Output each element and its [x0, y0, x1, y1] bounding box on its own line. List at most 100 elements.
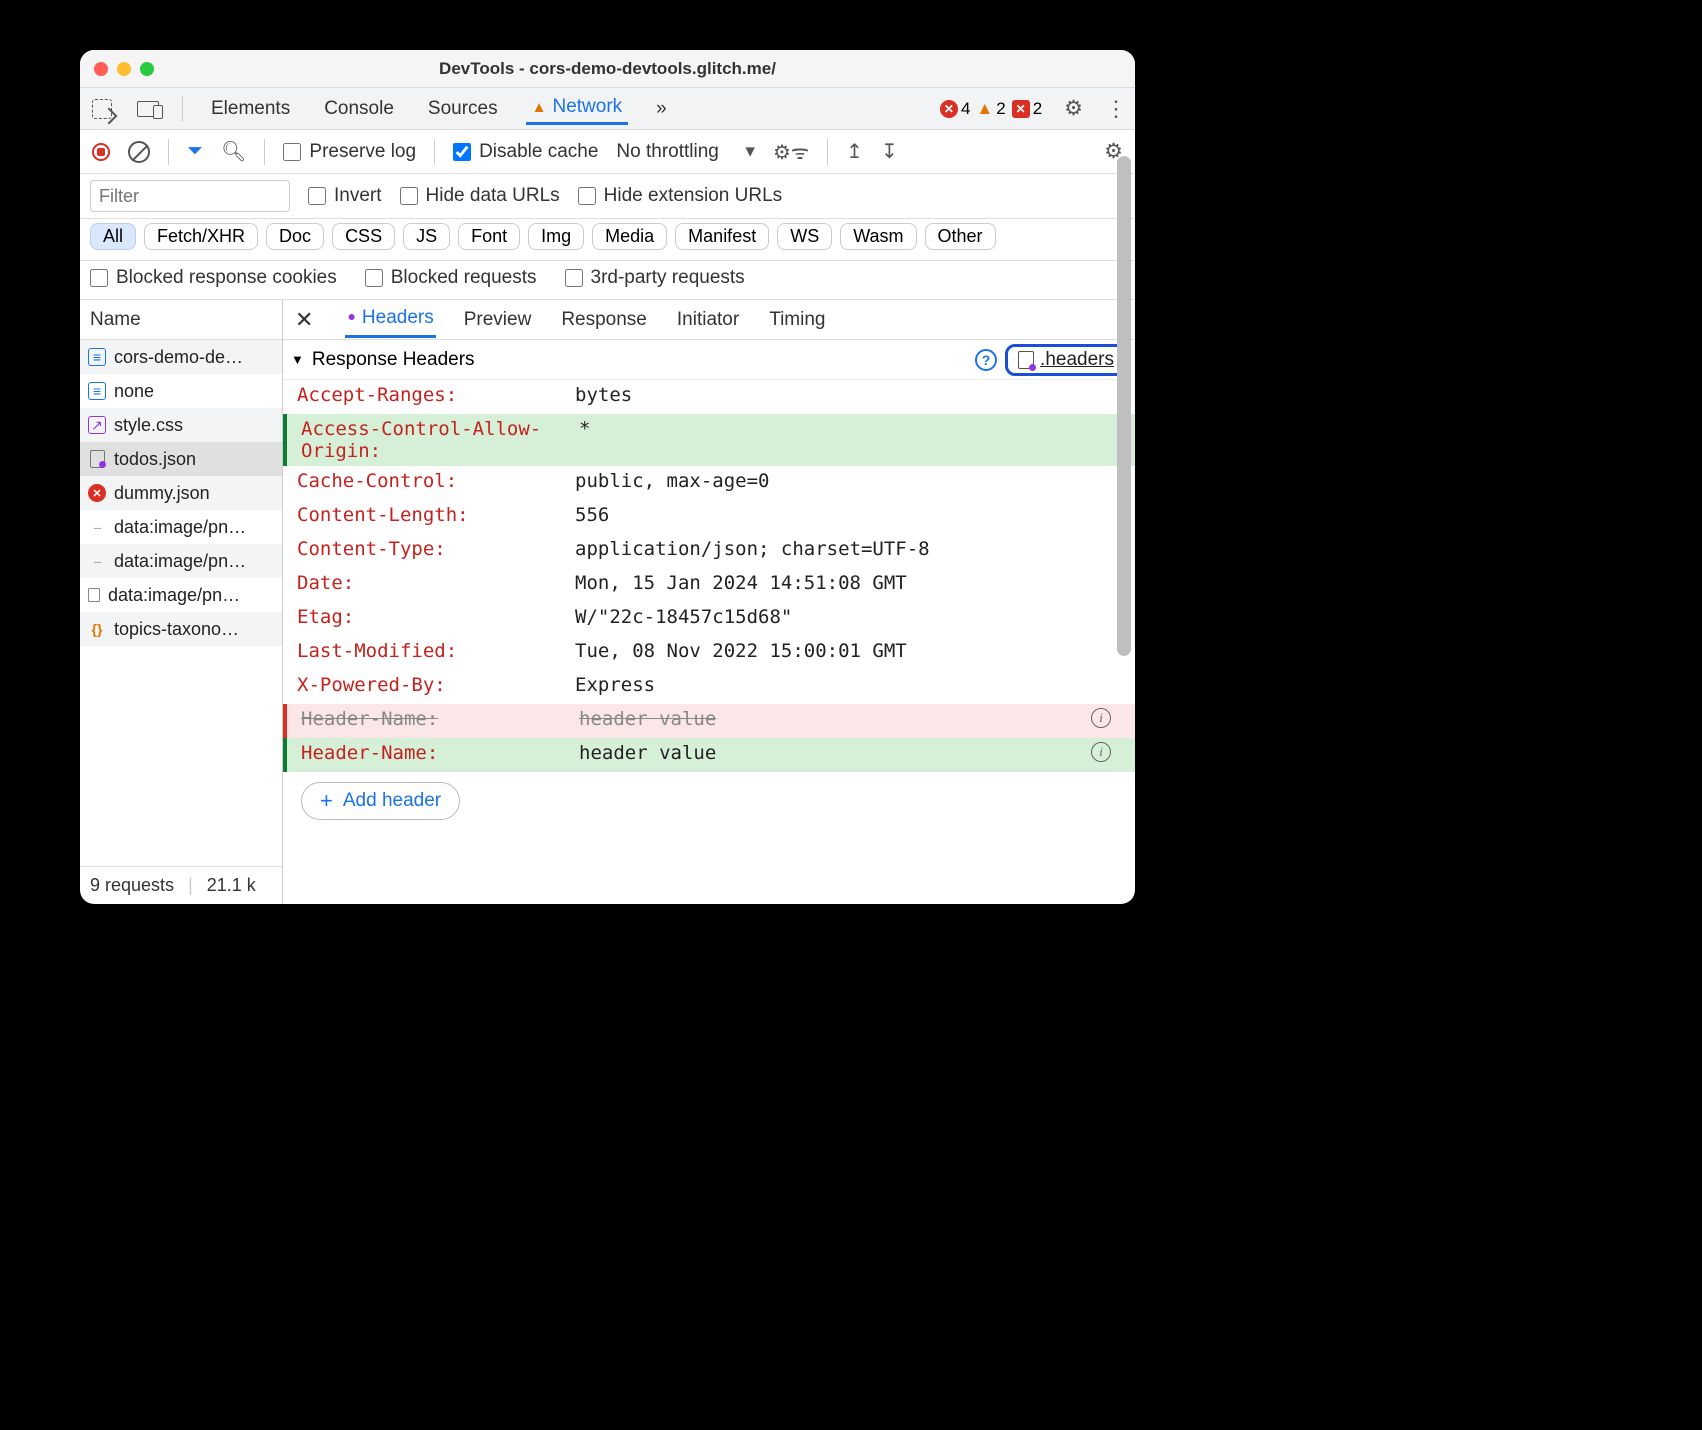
request-name: cors-demo-de…: [114, 347, 243, 368]
request-row[interactable]: ↗style.css: [80, 408, 282, 442]
request-row[interactable]: --data:image/pn…: [80, 544, 282, 578]
filter-toggle-icon[interactable]: ⏷: [187, 140, 203, 163]
headers-file-button[interactable]: .headers: [1005, 344, 1127, 376]
warning-icon: ▲: [976, 99, 993, 119]
request-row[interactable]: ≡cors-demo-de…: [80, 340, 282, 374]
disable-cache-checkbox[interactable]: Disable cache: [453, 141, 598, 163]
tab-timing[interactable]: Timing: [767, 303, 827, 337]
header-row: Cache-Control:public, max-age=0: [283, 466, 1135, 500]
close-window-button[interactable]: [94, 62, 108, 76]
header-name: Content-Length:: [297, 504, 575, 526]
type-chip-ws[interactable]: WS: [777, 223, 832, 250]
close-details-button[interactable]: ✕: [289, 307, 319, 333]
type-chip-manifest[interactable]: Manifest: [675, 223, 769, 250]
third-party-requests-checkbox[interactable]: 3rd-party requests: [565, 267, 745, 289]
help-icon[interactable]: ?: [975, 349, 997, 371]
invert-checkbox[interactable]: Invert: [308, 185, 382, 207]
request-count: 9 requests: [90, 875, 174, 896]
type-chip-doc[interactable]: Doc: [266, 223, 324, 250]
titlebar: DevTools - cors-demo-devtools.glitch.me/: [80, 50, 1135, 88]
zoom-window-button[interactable]: [140, 62, 154, 76]
download-icon[interactable]: ↧: [881, 139, 898, 164]
tab-network[interactable]: Network: [526, 92, 629, 125]
header-value: header value: [579, 742, 1135, 764]
type-chip-img[interactable]: Img: [528, 223, 584, 250]
scrollbar[interactable]: [1117, 156, 1131, 656]
separator: [182, 96, 183, 122]
filter-bar: Invert Hide data URLs Hide extension URL…: [80, 174, 1135, 219]
request-name: data:image/pn…: [114, 517, 246, 538]
blocked-count: 2: [1033, 99, 1042, 119]
type-chip-media[interactable]: Media: [592, 223, 667, 250]
header-row: Content-Type:application/json; charset=U…: [283, 534, 1135, 568]
preserve-log-checkbox[interactable]: Preserve log: [283, 141, 416, 163]
details-pane: ✕ Headers Preview Response Initiator Tim…: [283, 300, 1135, 904]
type-filter-chips: All Fetch/XHR Doc CSS JS Font Img Media Manifest…: [80, 219, 1135, 261]
devtools-window: DevTools - cors-demo-devtools.glitch.me/…: [80, 50, 1135, 904]
response-headers-section[interactable]: ▼ Response Headers ? .headers: [283, 340, 1135, 380]
type-chip-all[interactable]: All: [90, 223, 136, 250]
minimize-window-button[interactable]: [117, 62, 131, 76]
tabs-overflow[interactable]: »: [650, 94, 673, 124]
tab-preview[interactable]: Preview: [462, 303, 534, 337]
device-toggle-icon[interactable]: [136, 97, 160, 121]
settings-icon[interactable]: ⚙: [1064, 96, 1083, 121]
info-icon[interactable]: i: [1091, 708, 1111, 728]
add-header-button[interactable]: +Add header: [301, 782, 460, 820]
blocked-icon: ✕: [1012, 100, 1030, 118]
more-menu-icon[interactable]: ⋮: [1105, 96, 1125, 122]
header-row: Access-Control-Allow-Origin:*: [283, 414, 1135, 466]
header-row: Content-Length:556: [283, 500, 1135, 534]
header-name: Header-Name:: [301, 742, 579, 764]
main-split: Name ≡cors-demo-de…≡none↗style.csstodos.…: [80, 300, 1135, 904]
name-column-header[interactable]: Name: [80, 300, 282, 340]
network-toolbar: ⏷ 🔍︎ Preserve log Disable cache No throt…: [80, 130, 1135, 174]
upload-icon[interactable]: ↥: [846, 139, 863, 164]
tab-headers[interactable]: Headers: [345, 301, 435, 338]
status-bar: 9 requests | 21.1 k: [80, 866, 282, 904]
header-name: X-Powered-By:: [297, 674, 575, 696]
tab-initiator[interactable]: Initiator: [675, 303, 741, 337]
search-icon[interactable]: 🔍︎: [221, 139, 246, 164]
issue-badges[interactable]: ✕4 ▲2 ✕2: [940, 99, 1042, 119]
hide-extension-urls-checkbox[interactable]: Hide extension URLs: [578, 185, 782, 207]
hide-data-urls-checkbox[interactable]: Hide data URLs: [400, 185, 560, 207]
request-row[interactable]: ≡none: [80, 374, 282, 408]
network-conditions-icon[interactable]: ⚙ᯤ: [773, 138, 809, 165]
header-value: Tue, 08 Nov 2022 15:00:01 GMT: [575, 640, 1135, 662]
type-chip-wasm[interactable]: Wasm: [840, 223, 916, 250]
window-title: DevTools - cors-demo-devtools.glitch.me/: [80, 59, 1135, 79]
section-title: Response Headers: [312, 349, 475, 371]
request-row[interactable]: {}topics-taxono…: [80, 612, 282, 646]
header-value: Mon, 15 Jan 2024 14:51:08 GMT: [575, 572, 1135, 594]
blocked-response-cookies-checkbox[interactable]: Blocked response cookies: [90, 267, 337, 289]
type-chip-fetchxhr[interactable]: Fetch/XHR: [144, 223, 258, 250]
blocked-requests-checkbox[interactable]: Blocked requests: [365, 267, 537, 289]
header-value: 556: [575, 504, 1135, 526]
header-value: W/"22c-18457c15d68": [575, 606, 1135, 628]
warning-count: 2: [996, 99, 1005, 119]
clear-button[interactable]: [128, 141, 150, 163]
inspect-element-icon[interactable]: [90, 97, 114, 121]
request-row[interactable]: data:image/pn…: [80, 578, 282, 612]
request-row[interactable]: --data:image/pn…: [80, 510, 282, 544]
throttling-select[interactable]: No throttling ▾: [616, 140, 755, 163]
header-name: Access-Control-Allow-Origin:: [301, 418, 579, 462]
tab-sources[interactable]: Sources: [422, 94, 504, 124]
type-chip-other[interactable]: Other: [925, 223, 996, 250]
tab-elements[interactable]: Elements: [205, 94, 296, 124]
header-row: X-Powered-By:Express: [283, 670, 1135, 704]
plus-icon: +: [320, 788, 333, 814]
tab-console[interactable]: Console: [318, 94, 400, 124]
record-button[interactable]: [92, 143, 110, 161]
type-chip-font[interactable]: Font: [458, 223, 520, 250]
type-chip-css[interactable]: CSS: [332, 223, 395, 250]
request-row[interactable]: todos.json: [80, 442, 282, 476]
header-value: header value: [579, 708, 1135, 730]
tab-response[interactable]: Response: [559, 303, 649, 337]
request-row[interactable]: ✕dummy.json: [80, 476, 282, 510]
type-chip-js[interactable]: JS: [403, 223, 450, 250]
info-icon[interactable]: i: [1091, 742, 1111, 762]
filter-input[interactable]: [90, 180, 290, 212]
file-override-icon: [1018, 351, 1034, 369]
